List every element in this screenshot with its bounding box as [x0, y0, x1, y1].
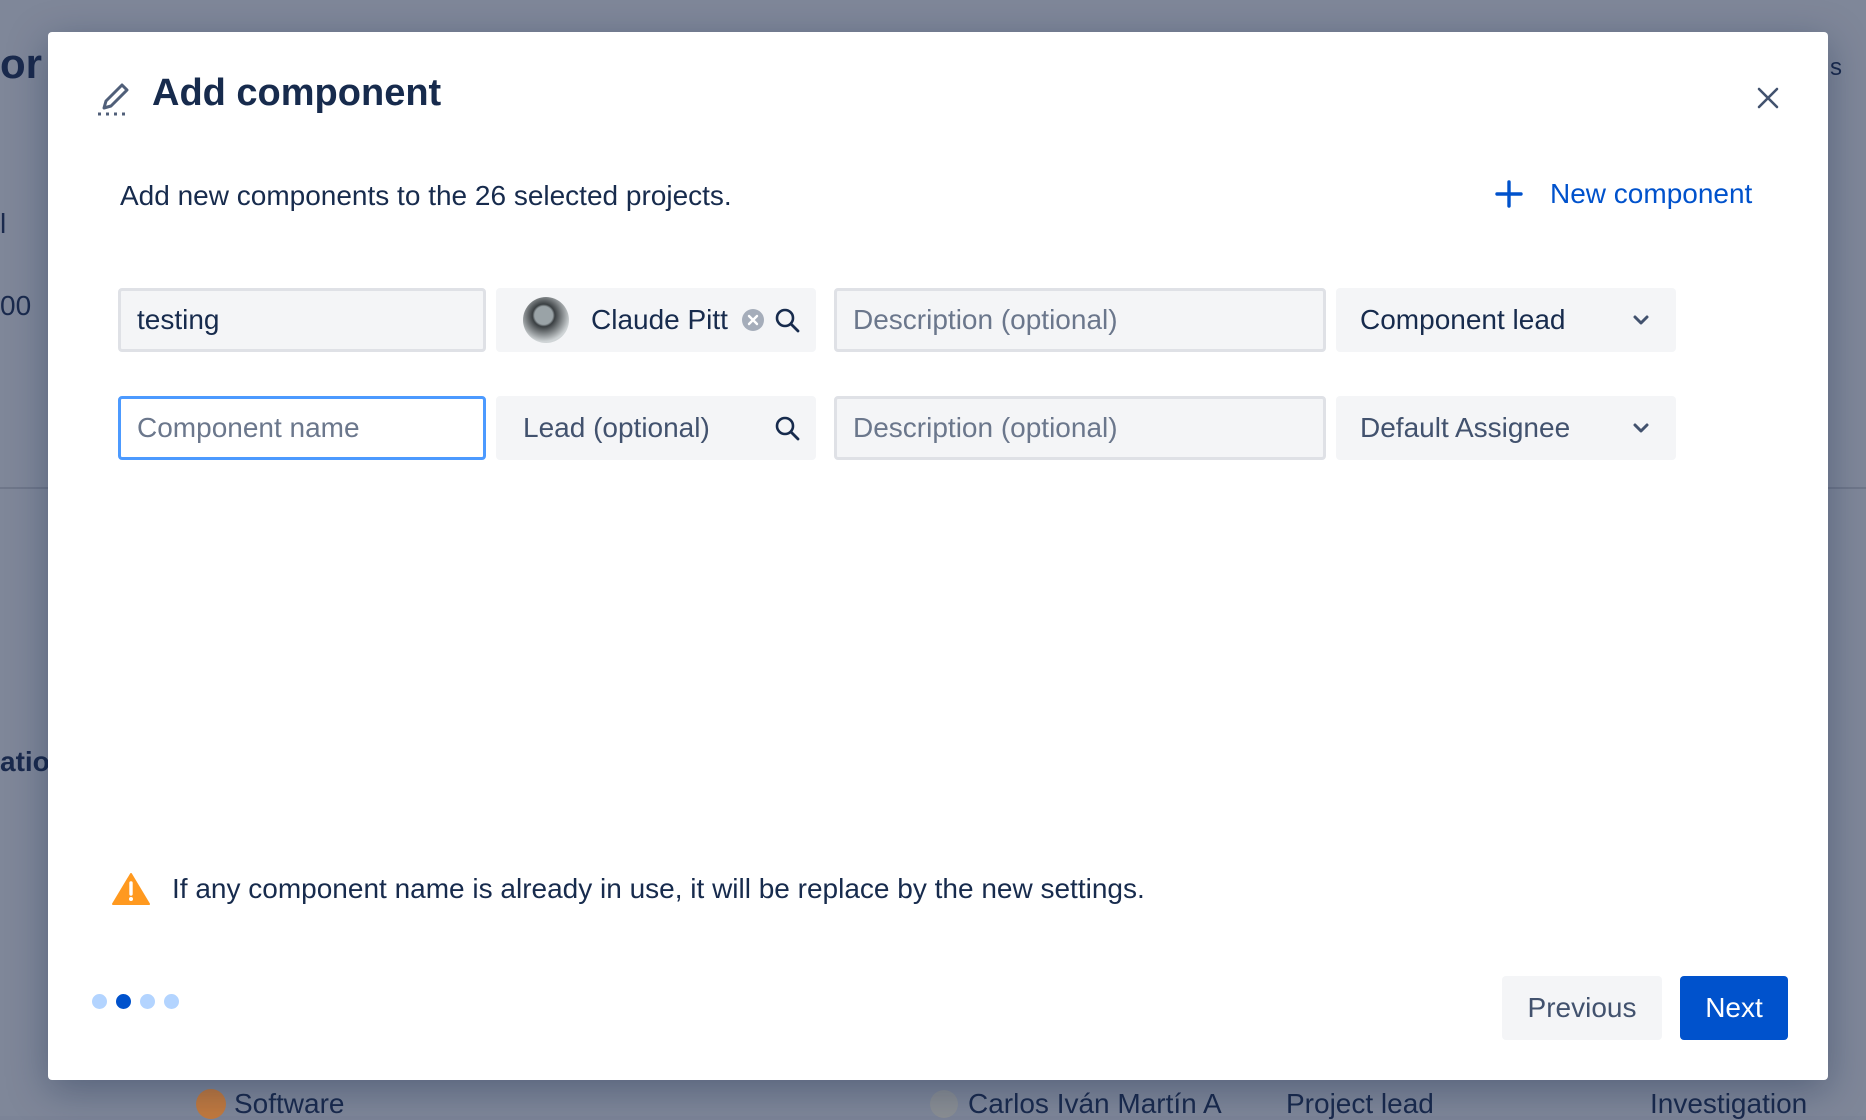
chevron-down-icon [1633, 315, 1649, 325]
lead-name: Claude Pitt [591, 304, 728, 335]
warning-text: If any component name is already in use,… [172, 873, 1145, 904]
next-button[interactable]: Next [1680, 976, 1788, 1040]
bg-fragment: atio [0, 746, 50, 777]
description-input[interactable] [837, 304, 1323, 336]
bg-fragment: s [1830, 54, 1842, 81]
dialog-title: Add component [152, 72, 442, 114]
close-button[interactable] [1748, 78, 1788, 118]
avatar [523, 297, 569, 343]
new-component-button[interactable]: New component [1494, 178, 1752, 210]
close-icon [1757, 87, 1779, 109]
software-icon [196, 1089, 226, 1119]
component-name-input[interactable] [121, 304, 483, 336]
dialog-intro: Add new components to the 26 selected pr… [120, 180, 732, 211]
search-icon[interactable] [773, 414, 801, 442]
lead-placeholder: Lead (optional) [523, 412, 710, 443]
previous-button[interactable]: Previous [1502, 976, 1662, 1040]
step-dot [92, 994, 107, 1009]
description-input[interactable] [837, 412, 1323, 444]
assignee-value: Default Assignee [1360, 412, 1571, 443]
description-field[interactable] [834, 396, 1326, 460]
plus-icon [1495, 180, 1523, 208]
step-dot [140, 994, 155, 1009]
component-name-input[interactable] [121, 412, 483, 444]
bg-software-label: Software [234, 1088, 345, 1119]
add-component-dialog: Add component Add new components to the … [48, 32, 1828, 1080]
bg-software-cell: Software [196, 1088, 345, 1120]
assignee-value: Component lead [1360, 304, 1566, 335]
edit-pencil-icon [94, 78, 134, 118]
lead-picker[interactable]: Claude Pitt [496, 288, 816, 352]
bg-category-label: Investigation [1650, 1088, 1808, 1119]
bg-person-label: Carlos Iván Martín A [968, 1088, 1222, 1119]
bg-person-cell: Carlos Iván Martín A [930, 1088, 1222, 1120]
new-component-label: New component [1550, 178, 1753, 209]
assignee-select[interactable]: Component lead [1336, 288, 1676, 352]
step-dot-active [116, 994, 131, 1009]
bg-fragment: 00 [0, 290, 32, 321]
warning-message: If any component name is already in use,… [112, 872, 1145, 906]
component-name-field[interactable] [118, 288, 486, 352]
bg-title-fragment: or [0, 40, 42, 87]
description-field[interactable] [834, 288, 1326, 352]
lead-picker[interactable]: Lead (optional) [496, 396, 816, 460]
avatar [930, 1090, 958, 1118]
component-name-field[interactable] [118, 396, 486, 460]
bg-fragment: l [0, 208, 7, 239]
chevron-down-icon [1633, 423, 1649, 433]
bg-role-label: Project lead [1286, 1088, 1434, 1119]
clear-icon[interactable] [741, 308, 765, 332]
search-icon[interactable] [773, 306, 801, 334]
step-dot [164, 994, 179, 1009]
step-indicator [92, 994, 188, 1009]
assignee-select[interactable]: Default Assignee [1336, 396, 1676, 460]
warning-icon [112, 873, 150, 905]
